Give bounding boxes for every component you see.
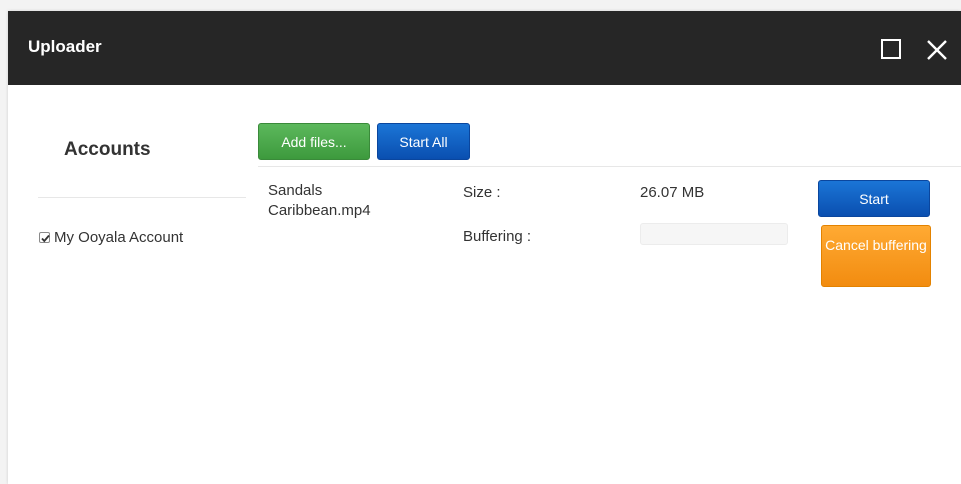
uploader-dialog: Uploader Accounts My Ooyala Account Add … [8,11,961,484]
account-label: My Ooyala Account [54,229,184,246]
buffering-progress-bar [640,223,788,245]
toolbar-divider [258,166,961,167]
sidebar-divider [38,197,246,198]
file-name: Sandals Caribbean.mp4 [268,182,371,219]
maximize-icon[interactable] [881,39,901,59]
cancel-buffering-button[interactable]: Cancel buffering [821,225,931,287]
title-bar: Uploader [8,11,961,85]
account-checkbox[interactable] [39,232,50,243]
close-icon[interactable] [926,39,948,61]
accounts-heading: Accounts [64,139,151,160]
start-all-button[interactable]: Start All [377,123,470,160]
window-title: Uploader [28,37,102,56]
add-files-button[interactable]: Add files... [258,123,370,160]
size-label: Size : [463,184,501,201]
start-button[interactable]: Start [818,180,930,217]
buffering-label: Buffering : [463,228,532,245]
checkmark-icon [41,234,50,243]
account-item[interactable]: My Ooyala Account [39,229,183,246]
size-value: 26.07 MB [640,184,705,201]
